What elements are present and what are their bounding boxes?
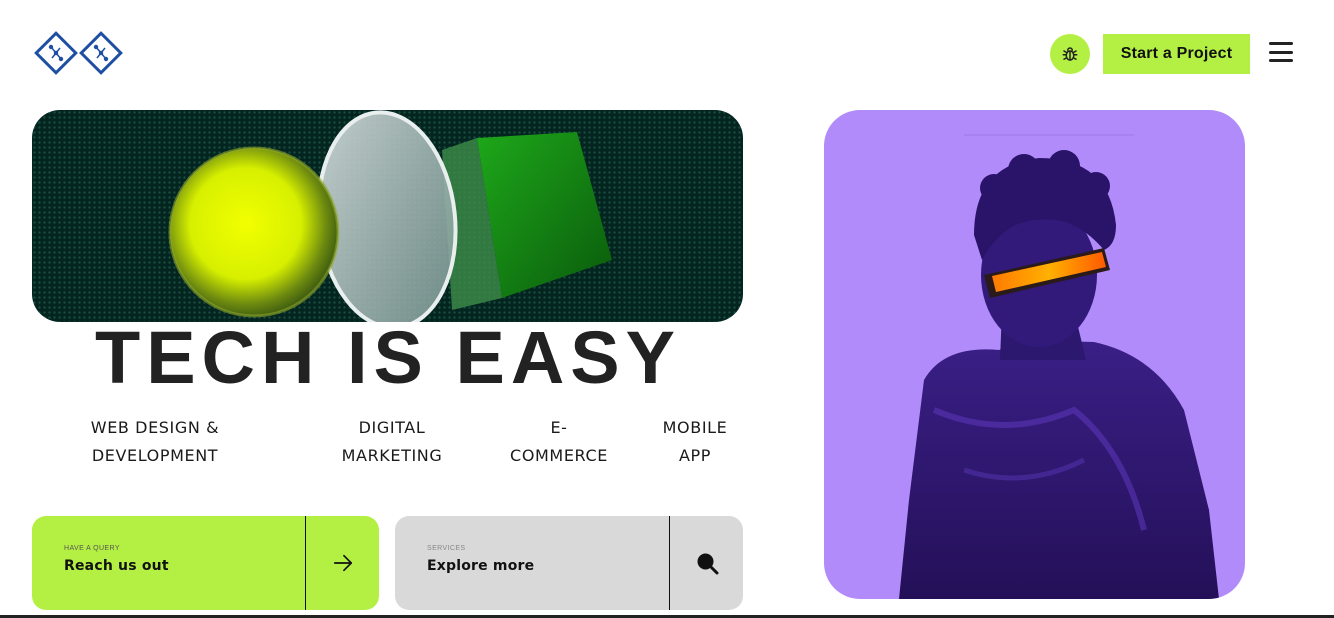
service-web-design[interactable]: WEB DESIGN & DEVELOPMENT xyxy=(86,414,224,470)
card-eyebrow: SERVICES xyxy=(427,545,466,552)
menu-line xyxy=(1269,42,1293,45)
service-label: MOBILE xyxy=(662,418,728,437)
start-project-button[interactable]: Start a Project xyxy=(1103,34,1250,74)
service-mobile-app[interactable]: MOBILE APP xyxy=(660,414,730,470)
card-eyebrow: HAVE A QUERY xyxy=(64,545,120,552)
explore-more-link[interactable]: Explore more xyxy=(427,558,669,574)
service-label: E- xyxy=(550,418,568,437)
explore-search-button[interactable] xyxy=(669,516,743,610)
menu-line xyxy=(1269,50,1293,54)
reach-us-card[interactable]: HAVE A QUERY Reach us out xyxy=(32,516,379,610)
search-icon xyxy=(697,553,718,575)
reach-us-button[interactable] xyxy=(305,516,379,610)
service-label: APP xyxy=(678,446,712,465)
hero-headline: TECH IS EASY xyxy=(95,316,681,399)
explore-services-card[interactable]: SERVICES Explore more xyxy=(395,516,743,610)
menu-line xyxy=(1269,59,1293,62)
arrow-right-icon xyxy=(333,554,352,572)
reach-us-link[interactable]: Reach us out xyxy=(64,558,305,574)
service-label: WEB DESIGN & xyxy=(90,418,220,437)
hamburger-menu-icon[interactable] xyxy=(1269,42,1293,62)
diamond-logo-icon xyxy=(34,31,123,75)
service-label: MARKETING xyxy=(341,446,443,465)
hero-banner-image xyxy=(32,110,743,322)
service-label: COMMERCE xyxy=(510,446,608,465)
service-ecommerce[interactable]: E- COMMERCE xyxy=(506,414,612,470)
statue-hero-image xyxy=(824,110,1245,599)
service-digital-marketing[interactable]: DIGITAL MARKETING xyxy=(336,414,448,470)
service-label: DEVELOPMENT xyxy=(91,446,219,465)
service-label: DIGITAL xyxy=(358,418,426,437)
bug-icon xyxy=(1062,47,1078,61)
brand-logo[interactable] xyxy=(32,30,126,78)
bug-report-button[interactable] xyxy=(1050,34,1090,74)
